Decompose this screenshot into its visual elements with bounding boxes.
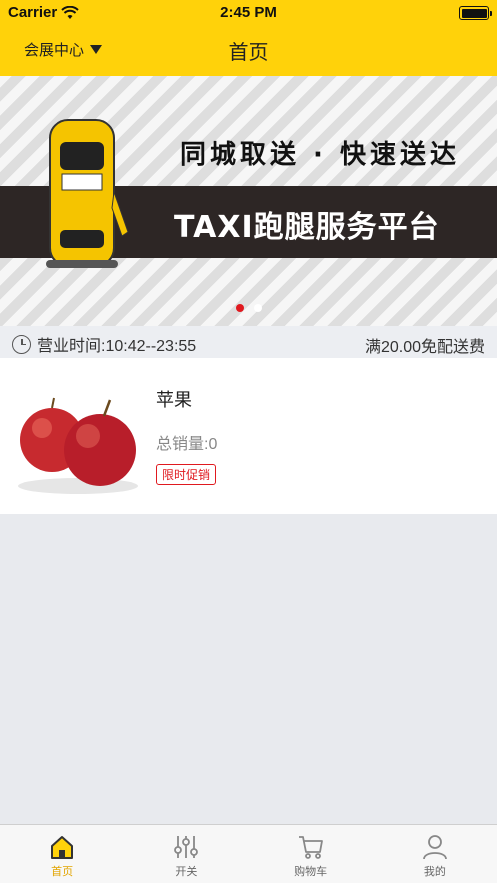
tab-cart-label: 购物车 — [294, 866, 328, 878]
sliders-icon — [174, 836, 199, 858]
product-item[interactable]: 苹果 总销量:0 限时促销 — [0, 358, 497, 514]
apple-image — [18, 397, 138, 494]
promo-tag: 限时促销 — [156, 464, 217, 485]
app-header: Carrier 2:45 PM 会展中心 首页 — [0, 0, 497, 76]
business-hours-text: 营业时间:10:42--23:55 — [37, 338, 197, 355]
product-sales: 总销量:0 — [156, 436, 218, 453]
tab-home[interactable]: 首页 — [0, 825, 124, 883]
location-selector[interactable]: 会展中心 — [24, 39, 103, 60]
free-delivery-text: 满20.00免配送费 — [364, 339, 485, 356]
banner-platform: TAXI跑腿服务平台 — [174, 210, 440, 245]
tab-profile-label: 我的 — [423, 866, 446, 878]
cart-icon — [298, 836, 323, 859]
carousel-dot-2[interactable] — [253, 304, 262, 312]
user-icon — [422, 835, 447, 860]
banner-carousel[interactable]: 同城取送 · 快速送达 TAXI跑腿服务平台 — [0, 76, 497, 326]
status-bar: Carrier 2:45 PM — [0, 0, 497, 26]
nav-bar: 会展中心 首页 — [0, 26, 497, 76]
clock-icon — [12, 334, 31, 354]
taxi-car-image — [46, 119, 129, 268]
tab-switch[interactable]: 开关 — [124, 825, 248, 883]
tab-bar: 首页 开关 购物车 我的 — [0, 824, 497, 883]
tab-switch-label: 开关 — [175, 866, 198, 878]
battery-icon — [459, 6, 492, 20]
status-time: 2:45 PM — [220, 4, 277, 21]
store-info-bar: 营业时间:10:42--23:55 满20.00免配送费 — [0, 326, 497, 358]
caret-down-icon — [90, 45, 103, 54]
tab-profile[interactable]: 我的 — [373, 825, 497, 883]
product-name: 苹果 — [156, 390, 192, 410]
business-hours: 营业时间:10:42--23:55 — [12, 332, 196, 356]
tab-cart[interactable]: 购物车 — [249, 825, 373, 883]
location-label: 会展中心 — [24, 42, 85, 59]
carousel-dot-1[interactable] — [235, 304, 244, 312]
home-icon — [51, 836, 74, 859]
carousel-dots — [0, 304, 497, 312]
tab-home-label: 首页 — [51, 866, 74, 878]
banner-slogan: 同城取送 · 快速送达 — [180, 140, 460, 170]
